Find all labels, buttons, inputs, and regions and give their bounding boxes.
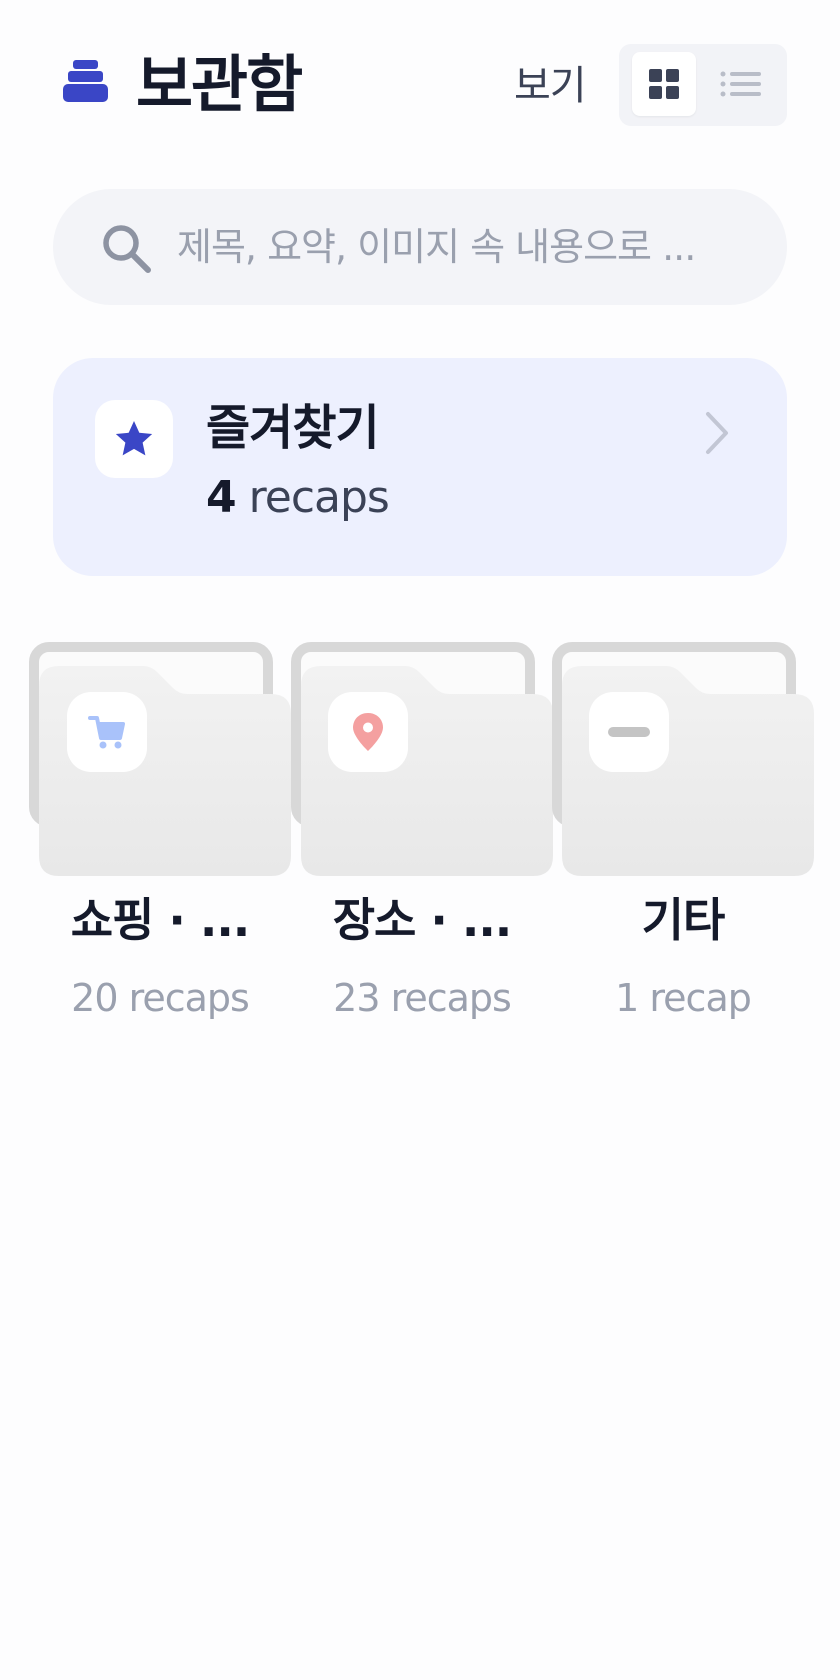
folder-name: 기타: [641, 893, 726, 947]
list-icon: [720, 71, 761, 97]
folder-icon-chip: [589, 692, 669, 772]
favorites-icon-box: [95, 400, 173, 478]
favorites-count-number: 4: [206, 472, 237, 523]
search-input[interactable]: [177, 217, 757, 277]
folder-name: 쇼핑 · ...: [70, 893, 251, 947]
grid-view-button[interactable]: [632, 52, 696, 116]
list-view-button[interactable]: [709, 52, 773, 116]
favorites-count: 4 recaps: [206, 468, 390, 528]
stacked-boxes-icon: [63, 60, 108, 102]
shopping-cart-icon: [88, 716, 125, 749]
grid-icon: [649, 69, 679, 99]
search-bar[interactable]: [53, 189, 787, 305]
folder-item[interactable]: 쇼핑 · ... 20 recaps: [29, 642, 291, 1042]
search-icon: [103, 225, 151, 273]
map-pin-icon: [353, 713, 383, 751]
favorites-count-unit: recaps: [248, 472, 390, 523]
folder-item[interactable]: 기타 1 recap: [552, 642, 814, 1042]
folder-icon-chip: [328, 692, 408, 772]
favorites-card[interactable]: 즐겨찾기 4 recaps: [53, 358, 787, 576]
star-icon: [115, 421, 153, 456]
folder-count: 23 recaps: [333, 976, 512, 1020]
view-toggle: [619, 44, 787, 126]
folder-item[interactable]: 장소 · ... 23 recaps: [291, 642, 553, 1042]
view-label: 보기: [514, 63, 587, 109]
favorites-title: 즐겨찾기: [206, 400, 380, 456]
chevron-right-icon: [706, 412, 728, 454]
header: 보관함 보기: [0, 0, 840, 170]
folder-count: 20 recaps: [71, 976, 250, 1020]
page-title: 보관함: [136, 48, 303, 121]
folder-icon-chip: [67, 692, 147, 772]
minus-icon: [608, 727, 650, 737]
folder-count: 1 recap: [615, 976, 752, 1020]
folder-name: 장소 · ...: [332, 893, 513, 947]
